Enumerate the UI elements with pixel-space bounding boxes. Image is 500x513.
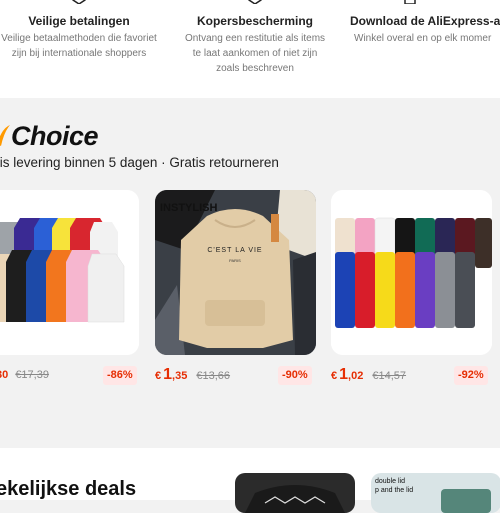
product-image-sweatpants bbox=[331, 190, 492, 355]
feature-title: Veilige betalingen bbox=[28, 14, 130, 28]
feature-description: Winkel overal en op elk momer bbox=[354, 33, 492, 44]
product-old-price: €17,39 bbox=[15, 369, 49, 381]
weekly-deal-image-thermos[interactable]: double lid p and the lid bbox=[371, 473, 500, 513]
product-price-row: €1,02 €14,57 bbox=[331, 366, 407, 383]
print-text: C'EST LA VIE bbox=[207, 247, 262, 254]
product-price: €1,35 bbox=[155, 366, 188, 383]
choice-section: Choice tis levering binnen 5 dagen · Gra… bbox=[0, 98, 500, 433]
discount-badge: -90% bbox=[278, 366, 312, 385]
overlay-text: INSTYLISH bbox=[160, 202, 218, 214]
choice-logo[interactable]: Choice bbox=[0, 120, 99, 152]
discount-badge: -86% bbox=[103, 366, 137, 385]
feature-title: Download de AliExpress-ap bbox=[350, 14, 500, 28]
product-price-row: €1,35 €13,66 bbox=[155, 366, 231, 383]
product-price: 30 bbox=[0, 369, 9, 381]
feature-title: Kopersbescherming bbox=[196, 14, 314, 28]
weekly-card-text: p and the lid bbox=[375, 487, 413, 494]
product-price-row: 30 €17,39 bbox=[0, 369, 49, 385]
dollar-shield-icon bbox=[72, 0, 86, 4]
choice-logo-text: Choice bbox=[11, 120, 99, 151]
product-card[interactable]: C'EST LA VIE PARIS INSTYLISH bbox=[155, 190, 316, 355]
product-old-price: €13,66 bbox=[196, 370, 231, 382]
product-image-beige-hoodie: C'EST LA VIE PARIS INSTYLISH bbox=[155, 190, 316, 355]
product-price: €1,02 bbox=[331, 366, 364, 383]
print-sub: PARIS bbox=[229, 258, 241, 263]
product-image-hoodies bbox=[0, 190, 139, 355]
feature-description: Veilige betaalmethoden die favoriet zijn… bbox=[1, 33, 157, 59]
weekly-deals-title: ekelijkse deals bbox=[0, 478, 137, 500]
features-strip: Veilige betalingen Veilige betaalmethode… bbox=[0, 0, 500, 98]
product-card[interactable] bbox=[331, 190, 492, 355]
product-card[interactable] bbox=[0, 190, 139, 355]
weekly-deals-section: ekelijkse deals double lid p and the lid bbox=[0, 448, 500, 513]
download-app-icon bbox=[404, 0, 416, 4]
discount-badge: -92% bbox=[454, 366, 488, 385]
feature-description: Ontvang een restitutie als items te laat… bbox=[184, 33, 326, 74]
choice-swoosh-icon bbox=[0, 125, 10, 146]
choice-subtitle: tis levering binnen 5 dagen · Gratis ret… bbox=[0, 155, 279, 170]
buyer-protection-icon bbox=[248, 0, 262, 4]
weekly-card-text: double lid bbox=[375, 478, 405, 485]
product-old-price: €14,57 bbox=[372, 370, 407, 382]
weekly-deal-image-sweater[interactable] bbox=[235, 473, 355, 513]
